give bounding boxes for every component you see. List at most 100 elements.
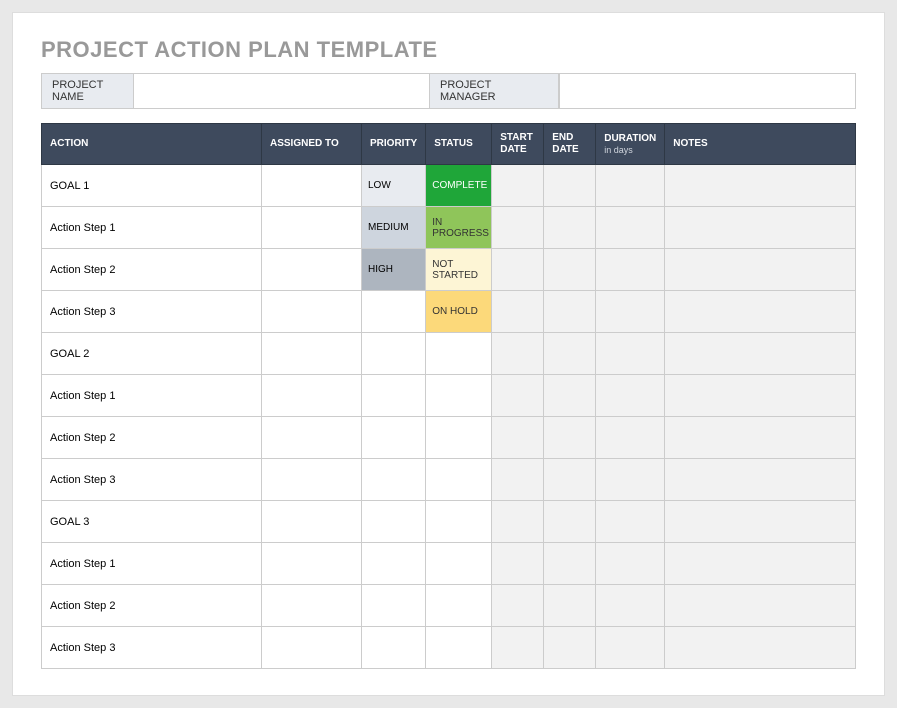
action-cell[interactable]: Action Step 3: [42, 627, 262, 669]
assigned-to-cell[interactable]: [262, 627, 362, 669]
status-cell[interactable]: [426, 459, 492, 501]
assigned-to-cell[interactable]: [262, 543, 362, 585]
start-date-cell[interactable]: [492, 375, 544, 417]
status-cell[interactable]: [426, 627, 492, 669]
notes-cell[interactable]: [665, 543, 856, 585]
duration-cell[interactable]: [596, 291, 665, 333]
project-name-value[interactable]: [134, 74, 429, 108]
notes-cell[interactable]: [665, 249, 856, 291]
assigned-to-cell[interactable]: [262, 501, 362, 543]
assigned-to-cell[interactable]: [262, 459, 362, 501]
notes-cell[interactable]: [665, 459, 856, 501]
assigned-to-cell[interactable]: [262, 291, 362, 333]
end-date-cell[interactable]: [544, 627, 596, 669]
notes-cell[interactable]: [665, 333, 856, 375]
duration-cell[interactable]: [596, 543, 665, 585]
end-date-cell[interactable]: [544, 165, 596, 207]
start-date-cell[interactable]: [492, 459, 544, 501]
duration-cell[interactable]: [596, 417, 665, 459]
assigned-to-cell[interactable]: [262, 417, 362, 459]
end-date-cell[interactable]: [544, 207, 596, 249]
assigned-to-cell[interactable]: [262, 375, 362, 417]
status-cell[interactable]: [426, 375, 492, 417]
start-date-cell[interactable]: [492, 417, 544, 459]
end-date-cell[interactable]: [544, 501, 596, 543]
end-date-cell[interactable]: [544, 543, 596, 585]
duration-cell[interactable]: [596, 333, 665, 375]
duration-cell[interactable]: [596, 375, 665, 417]
start-date-cell[interactable]: [492, 333, 544, 375]
status-cell[interactable]: IN PROGRESS: [426, 207, 492, 249]
status-cell[interactable]: [426, 417, 492, 459]
notes-cell[interactable]: [665, 291, 856, 333]
action-cell[interactable]: Action Step 2: [42, 249, 262, 291]
duration-cell[interactable]: [596, 249, 665, 291]
end-date-cell[interactable]: [544, 375, 596, 417]
action-cell[interactable]: Action Step 1: [42, 543, 262, 585]
duration-cell[interactable]: [596, 165, 665, 207]
assigned-to-cell[interactable]: [262, 207, 362, 249]
assigned-to-cell[interactable]: [262, 585, 362, 627]
start-date-cell[interactable]: [492, 627, 544, 669]
end-date-cell[interactable]: [544, 585, 596, 627]
duration-cell[interactable]: [596, 459, 665, 501]
assigned-to-cell[interactable]: [262, 249, 362, 291]
priority-cell[interactable]: [362, 501, 426, 543]
priority-cell[interactable]: [362, 459, 426, 501]
duration-cell[interactable]: [596, 501, 665, 543]
notes-cell[interactable]: [665, 375, 856, 417]
status-cell[interactable]: [426, 333, 492, 375]
duration-cell[interactable]: [596, 585, 665, 627]
action-cell[interactable]: GOAL 3: [42, 501, 262, 543]
action-cell[interactable]: Action Step 2: [42, 585, 262, 627]
status-cell[interactable]: ON HOLD: [426, 291, 492, 333]
status-cell[interactable]: COMPLETE: [426, 165, 492, 207]
duration-cell[interactable]: [596, 627, 665, 669]
priority-cell[interactable]: MEDIUM: [362, 207, 426, 249]
end-date-cell[interactable]: [544, 291, 596, 333]
priority-cell[interactable]: [362, 585, 426, 627]
assigned-to-cell[interactable]: [262, 333, 362, 375]
start-date-cell[interactable]: [492, 207, 544, 249]
notes-cell[interactable]: [665, 165, 856, 207]
end-date-cell[interactable]: [544, 417, 596, 459]
status-cell[interactable]: [426, 585, 492, 627]
project-manager-value[interactable]: [559, 74, 855, 108]
action-cell[interactable]: Action Step 1: [42, 207, 262, 249]
action-cell[interactable]: Action Step 1: [42, 375, 262, 417]
duration-cell[interactable]: [596, 207, 665, 249]
assigned-to-cell[interactable]: [262, 165, 362, 207]
notes-cell[interactable]: [665, 417, 856, 459]
start-date-cell[interactable]: [492, 291, 544, 333]
priority-cell[interactable]: [362, 333, 426, 375]
status-value: ON HOLD: [426, 291, 491, 332]
notes-cell[interactable]: [665, 207, 856, 249]
start-date-cell[interactable]: [492, 501, 544, 543]
priority-cell[interactable]: LOW: [362, 165, 426, 207]
end-date-cell[interactable]: [544, 333, 596, 375]
priority-cell[interactable]: [362, 291, 426, 333]
notes-cell[interactable]: [665, 585, 856, 627]
end-date-cell[interactable]: [544, 249, 596, 291]
start-date-cell[interactable]: [492, 165, 544, 207]
status-cell[interactable]: NOT STARTED: [426, 249, 492, 291]
action-cell[interactable]: GOAL 2: [42, 333, 262, 375]
notes-cell[interactable]: [665, 501, 856, 543]
start-date-cell[interactable]: [492, 543, 544, 585]
start-date-cell[interactable]: [492, 585, 544, 627]
priority-cell[interactable]: [362, 375, 426, 417]
action-cell[interactable]: GOAL 1: [42, 165, 262, 207]
status-cell[interactable]: [426, 501, 492, 543]
priority-cell[interactable]: [362, 543, 426, 585]
start-date-cell[interactable]: [492, 249, 544, 291]
priority-cell[interactable]: HIGH: [362, 249, 426, 291]
priority-cell[interactable]: [362, 627, 426, 669]
action-cell[interactable]: Action Step 3: [42, 459, 262, 501]
end-date-cell[interactable]: [544, 459, 596, 501]
action-cell[interactable]: Action Step 3: [42, 291, 262, 333]
priority-cell[interactable]: [362, 417, 426, 459]
header-duration-text: DURATION: [604, 133, 656, 144]
action-cell[interactable]: Action Step 2: [42, 417, 262, 459]
status-cell[interactable]: [426, 543, 492, 585]
notes-cell[interactable]: [665, 627, 856, 669]
